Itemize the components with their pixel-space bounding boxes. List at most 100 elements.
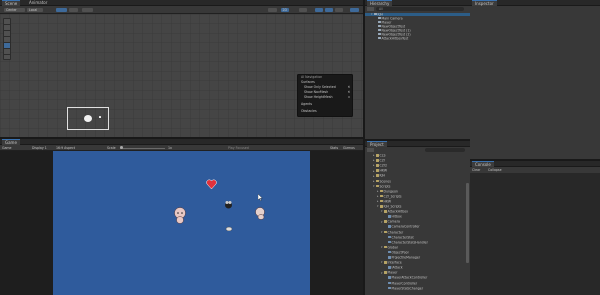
project-item[interactable]: ▸ Scenes xyxy=(365,179,465,184)
project-item-label: CLY2 xyxy=(379,163,388,168)
draw-mode-button[interactable] xyxy=(268,8,277,12)
scale-slider[interactable] xyxy=(120,146,165,150)
show-only-selected-checkbox[interactable]: ✓ xyxy=(347,85,350,89)
project-item[interactable]: ▸ HKW xyxy=(365,169,465,173)
project-panel: ▸ CLS ▸ CLY ▸ CLY2 ▸ HKW ▸ KJH ▸ Scenes ▾ Scripts ▸ Dun… xyxy=(365,147,470,295)
increment-snap-button[interactable] xyxy=(82,8,93,12)
lighting-button[interactable] xyxy=(299,8,307,12)
project-item[interactable]: ▸ CLS xyxy=(365,154,465,158)
game-viewport[interactable] xyxy=(53,151,310,295)
hierarchy-add-button[interactable] xyxy=(367,7,374,11)
scale-label: Scale xyxy=(107,145,116,150)
project-item[interactable]: ▾ Camera xyxy=(365,220,465,224)
project-search-input[interactable] xyxy=(425,148,465,152)
project-item-label: CLY xyxy=(379,158,386,163)
overlay-show-heightmesh[interactable]: Show HeightMesh xyxy=(304,95,350,100)
project-item[interactable]: ▸ KJH xyxy=(365,174,465,178)
project-tree: ▸ CLS ▸ CLY ▸ CLY2 ▸ HKW ▸ KJH ▸ Scenes ▾ Scripts ▸ Dun… xyxy=(365,154,465,295)
scale-tool-icon[interactable] xyxy=(4,37,10,42)
custom-tool-icon[interactable] xyxy=(4,55,10,59)
mode-2d-button[interactable]: 2D xyxy=(281,8,289,12)
project-item[interactable]: ▾ Interface xyxy=(365,260,465,265)
project-item[interactable]: CharacterStat xyxy=(365,235,465,240)
project-item[interactable]: Hitbox xyxy=(365,215,465,219)
scale-slider-handle[interactable] xyxy=(120,146,123,150)
gizmos-button[interactable] xyxy=(350,8,359,12)
overlay-show-only-selected[interactable]: Show Only Selected ✓ xyxy=(304,85,350,90)
rotate-tool-icon[interactable] xyxy=(4,31,10,36)
project-item-label: KJH_Scripts xyxy=(383,204,402,209)
grid-toggle-button[interactable] xyxy=(56,8,67,12)
folder-icon xyxy=(384,210,387,213)
view-tool-icon[interactable] xyxy=(4,19,10,24)
scene-viewport[interactable]: AI Navigation Surfaces Show Only Selecte… xyxy=(0,14,363,137)
overlay-agents[interactable]: Agents xyxy=(301,102,350,107)
project-item[interactable]: CharacterStatsHandler xyxy=(365,239,465,245)
folder-icon xyxy=(376,174,379,177)
player-sprite[interactable] xyxy=(84,115,92,122)
project-item[interactable]: ▾ Global xyxy=(365,245,465,250)
pale-enemy xyxy=(254,207,266,220)
project-item-label: Global xyxy=(387,245,398,250)
console-clear-button[interactable]: Clear xyxy=(472,167,480,173)
project-item[interactable]: ▸ CLY2 xyxy=(365,164,465,168)
transform-tool-icon[interactable] xyxy=(4,49,10,54)
console-collapse-button[interactable]: Collapse xyxy=(488,167,502,173)
show-heightmesh-checkbox[interactable] xyxy=(347,96,350,99)
show-navmesh-checkbox[interactable]: ✓ xyxy=(347,90,350,94)
project-item[interactable]: ▾ Scripts xyxy=(365,183,465,189)
stats-button[interactable]: Stats xyxy=(330,145,338,151)
project-item[interactable]: ▾ KJH_Scripts xyxy=(365,204,465,209)
overlay-surfaces[interactable]: Surfaces xyxy=(301,80,350,85)
project-item-label: CameraController xyxy=(391,224,420,229)
folder-icon xyxy=(376,184,379,188)
scale-value: 1x xyxy=(168,145,172,150)
project-item-label: HKW xyxy=(379,168,388,173)
project-item[interactable]: ProjectileManager xyxy=(365,255,465,260)
project-item-label: PlayerController xyxy=(391,280,418,285)
hierarchy-search-input[interactable]: All xyxy=(376,7,464,11)
project-item[interactable]: CameraController xyxy=(365,225,465,229)
overlay-show-navmesh[interactable]: Show NavMesh ✓ xyxy=(304,90,350,95)
inspector-panel xyxy=(470,6,600,159)
game-view-letterbox xyxy=(0,151,363,295)
project-add-button[interactable] xyxy=(367,148,374,152)
project-item-label: CharacterStatsHandler xyxy=(391,239,428,244)
overlay-obstacles[interactable]: Obstacles xyxy=(301,109,350,114)
grid-snap-button[interactable] xyxy=(69,8,78,12)
project-item[interactable]: PlayerController xyxy=(365,280,465,286)
project-item-label: IAttack xyxy=(391,265,403,270)
rect-tool-icon[interactable] xyxy=(4,43,10,48)
display-dropdown[interactable]: Display 1 xyxy=(32,145,47,151)
project-item[interactable]: ▾ Character xyxy=(365,230,465,235)
project-item[interactable]: PlayerAttackController xyxy=(365,276,465,280)
project-item[interactable]: ▸ CLY xyxy=(365,158,465,163)
move-tool-icon[interactable] xyxy=(4,25,10,30)
project-item[interactable]: ▸ HKW xyxy=(365,199,465,204)
project-item[interactable]: IAttack xyxy=(365,266,465,270)
project-item[interactable]: ▾ AttackHitbox xyxy=(365,209,465,214)
aspect-dropdown[interactable]: 16:9 Aspect xyxy=(56,145,75,151)
hierarchy-item-label: AttackHitboxTest xyxy=(381,35,409,40)
script-icon xyxy=(388,250,391,254)
play-focused-dropdown[interactable]: Play Focused xyxy=(228,145,249,151)
project-item-label: HKW xyxy=(383,199,392,204)
gizmos-toggle[interactable]: Gizmos xyxy=(343,145,355,151)
project-item-label: CLS xyxy=(379,154,386,158)
pivot-center-dropdown[interactable]: Center xyxy=(4,8,25,12)
scene-camera-button[interactable] xyxy=(335,8,343,12)
project-item[interactable]: ▸ CLY_Scripts xyxy=(365,194,465,199)
project-item-label: Scripts xyxy=(379,183,391,188)
folder-icon xyxy=(380,199,383,203)
project-item[interactable]: PlayerStatsChanger xyxy=(365,286,465,291)
project-item[interactable]: ▾ Player xyxy=(365,271,465,275)
scene-visibility-button[interactable] xyxy=(325,8,333,12)
game-mode-dropdown[interactable]: Game xyxy=(2,145,12,151)
project-item[interactable]: ▸ Dungeon xyxy=(365,189,465,194)
project-scrollbar[interactable] xyxy=(466,183,469,263)
project-item[interactable]: ObjectPool xyxy=(365,250,465,255)
pivot-local-dropdown[interactable]: Local xyxy=(27,8,43,12)
ai-navigation-overlay: AI Navigation Surfaces Show Only Selecte… xyxy=(297,74,353,117)
hierarchy-item[interactable]: AttackHitboxTest xyxy=(365,35,470,41)
effects-button[interactable] xyxy=(315,8,323,12)
